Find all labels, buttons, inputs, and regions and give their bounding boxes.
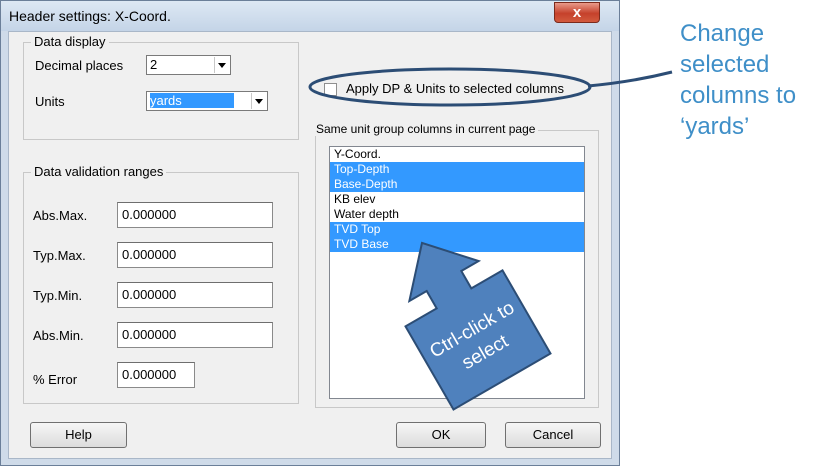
annotation-line: Change	[680, 20, 765, 47]
callout-arrow-shape	[404, 241, 552, 411]
connector-line	[587, 70, 673, 88]
annotation-text: Change selected columns to ‘yards’	[680, 18, 820, 142]
annotation-line: columns to	[680, 82, 797, 109]
annotation-line: ‘yards’	[680, 113, 750, 140]
ctrl-click-callout-arrow: Ctrl-click to select	[404, 241, 552, 411]
annotation-line: selected	[680, 51, 770, 78]
highlight-ellipse	[308, 67, 592, 107]
